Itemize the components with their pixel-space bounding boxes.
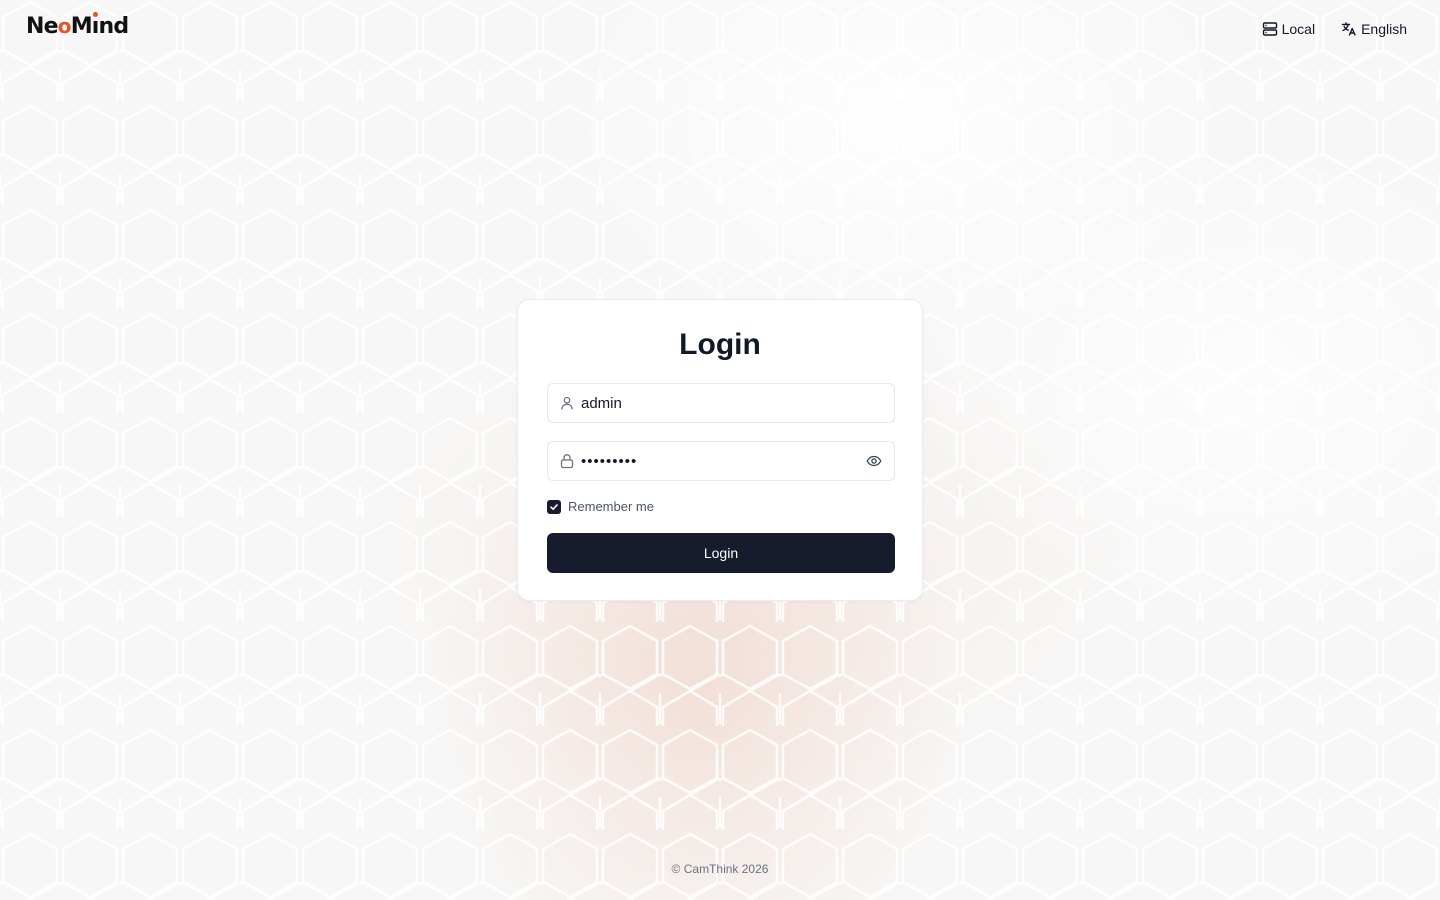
copyright-footer: © CamThink 2026 (671, 862, 769, 876)
top-bar: Ne o Mı nd Local English (0, 0, 1440, 58)
header-actions: Local English (1262, 18, 1407, 40)
user-icon (561, 396, 573, 410)
language-selector-button[interactable]: English (1341, 18, 1407, 40)
password-field[interactable] (547, 441, 895, 481)
login-title: Login (679, 328, 761, 361)
username-input[interactable] (581, 384, 894, 422)
check-icon (550, 503, 558, 510)
login-button[interactable]: Login (547, 533, 895, 573)
username-field[interactable] (547, 383, 895, 423)
lock-icon (560, 454, 574, 469)
remember-me-label: Remember me (568, 499, 654, 514)
server-selector-button[interactable]: Local (1262, 18, 1315, 40)
login-card: Login Remember me Login (517, 299, 923, 601)
translate-icon (1341, 22, 1356, 36)
neomind-logo[interactable]: Ne o Mı nd (26, 12, 129, 39)
server-label: Local (1281, 21, 1316, 37)
checkbox-checked[interactable] (547, 499, 561, 514)
server-icon (1262, 22, 1277, 36)
eye-icon[interactable] (866, 453, 882, 469)
language-label: English (1361, 21, 1407, 37)
password-input[interactable] (581, 442, 866, 480)
remember-me-checkbox[interactable]: Remember me (547, 499, 654, 514)
